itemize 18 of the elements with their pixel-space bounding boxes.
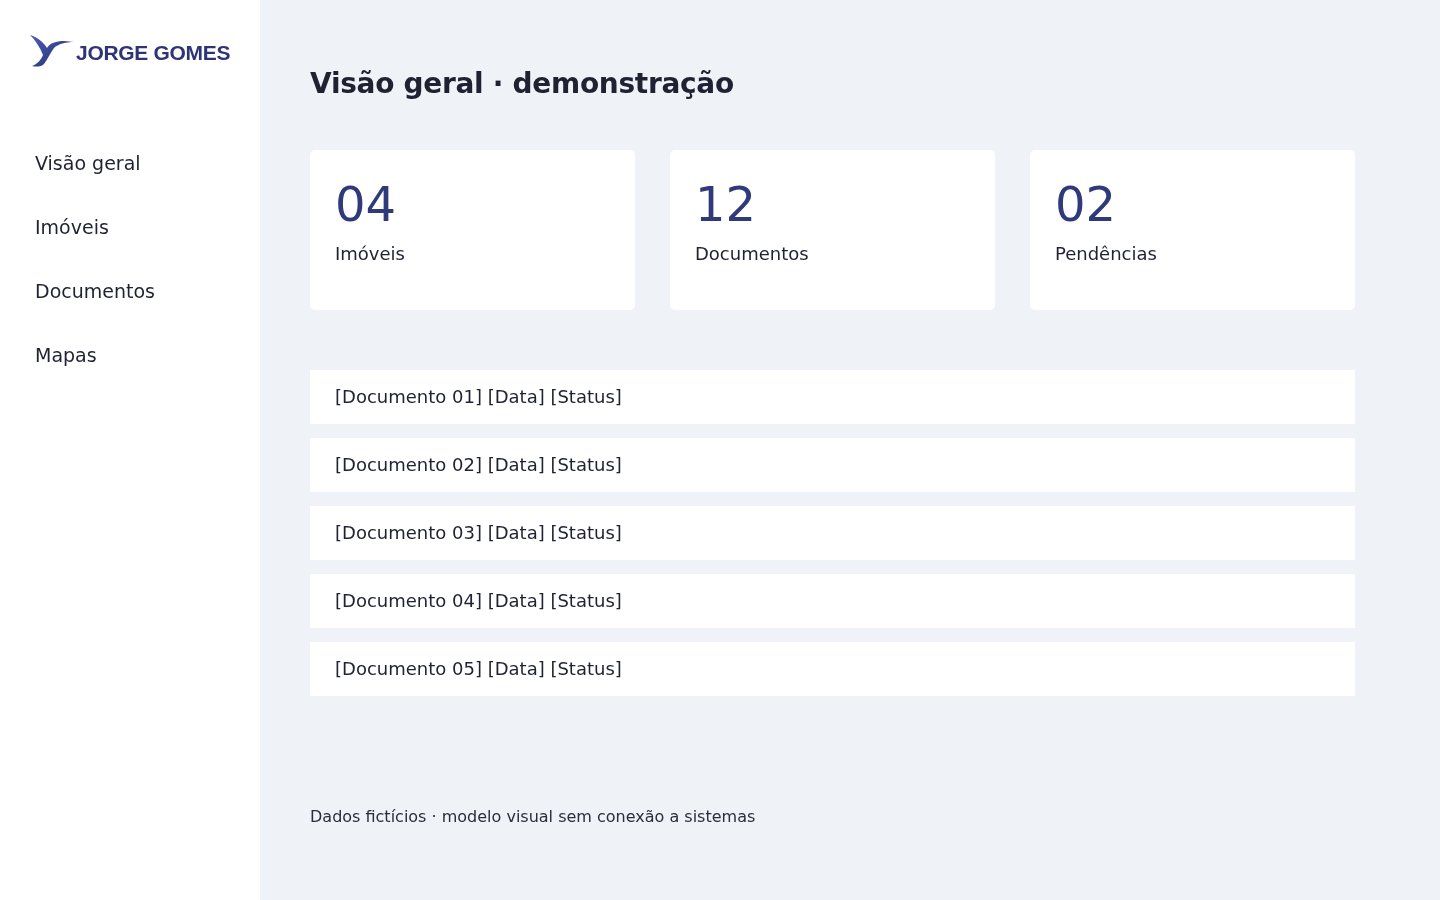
document-row: [Documento 01] [Data] [Status] <box>310 370 1355 424</box>
logo-text: JORGE GOMES <box>76 41 231 65</box>
document-row: [Documento 05] [Data] [Status] <box>310 642 1355 696</box>
stat-value: 12 <box>695 176 757 232</box>
stat-value: 02 <box>1055 176 1117 232</box>
nav-link[interactable]: Mapas <box>35 343 97 367</box>
document-row: [Documento 03] [Data] [Status] <box>310 506 1355 560</box>
document-row: [Documento 02] [Data] [Status] <box>310 438 1355 492</box>
page-title: Visão geral · demonstração <box>310 66 735 102</box>
nav-link[interactable]: Visão geral <box>35 151 141 175</box>
stat-label: Imóveis <box>335 242 405 266</box>
nav-link[interactable]: Documentos <box>35 279 155 303</box>
nav-link[interactable]: Imóveis <box>35 215 109 239</box>
stat-label: Pendências <box>1055 242 1157 266</box>
footer-note: Dados fictícios · modelo visual sem conexão a sistemas <box>310 806 756 828</box>
stat-label: Documentos <box>695 242 809 266</box>
document-row: [Documento 04] [Data] [Status] <box>310 574 1355 628</box>
stat-value: 04 <box>335 176 397 232</box>
